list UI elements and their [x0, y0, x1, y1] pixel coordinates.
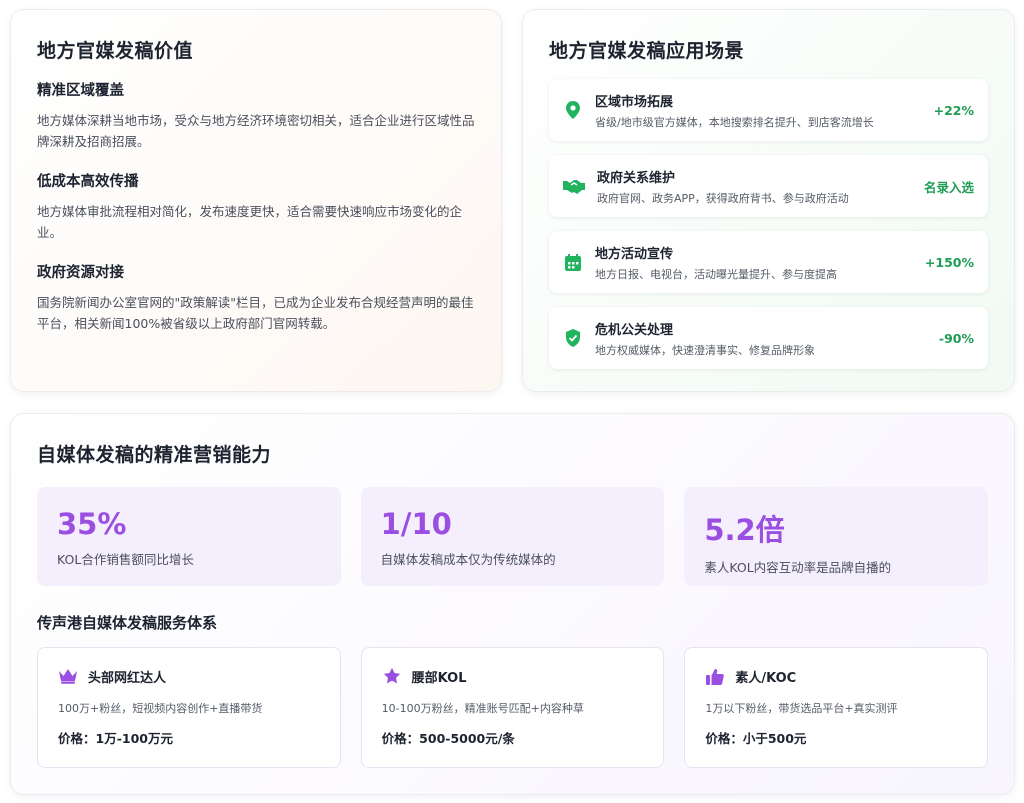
stat-value: 1/10 [380, 507, 452, 541]
scenes-card-title: 地方官媒发稿应用场景 [549, 40, 745, 62]
stat-tile: 35% KOL合作销售额同比增长 [37, 487, 341, 586]
thumbs-up-icon [705, 666, 725, 686]
stat-value: 35% [57, 507, 127, 541]
selfmedia-card: 自媒体发稿的精准营销能力 35% KOL合作销售额同比增长 1/10 自媒体发稿… [10, 413, 1015, 795]
tier-price: 价格：小于500元 [705, 731, 807, 746]
scene-desc: 地方权威媒体，快速澄清事实、修复品牌形象 [595, 343, 815, 357]
calendar-icon [563, 252, 583, 272]
tier-price: 价格：500-5000元/条 [381, 731, 515, 746]
value-card-title: 地方官媒发稿价值 [37, 40, 194, 62]
scenes-card: 地方官媒发稿应用场景 区域市场拓展 省级/地市级官方媒体，本地搜索排名提升、到店… [522, 9, 1015, 392]
value-item-heading: 政府资源对接 [37, 265, 124, 281]
scene-metric: -90% [938, 330, 974, 346]
scene-title: 危机公关处理 [595, 322, 674, 338]
stat-label: 素人KOL内容互动率是品牌自播的 [704, 560, 892, 575]
scene-desc: 政府官网、政务APP，获得政府背书、参与政府活动 [597, 191, 849, 205]
value-item: 政府资源对接 国务院新闻办公室官网的"政策解读"栏目，已成为企业发布合规经营声明… [37, 261, 475, 334]
stat-label: KOL合作销售额同比增长 [57, 552, 194, 567]
handshake-icon [563, 176, 585, 196]
scene-metric: +22% [933, 102, 974, 118]
scene-item-government: 政府关系维护 政府官网、政务APP，获得政府背书、参与政府活动 名录入选 [549, 155, 988, 217]
value-card: 地方官媒发稿价值 精准区域覆盖 地方媒体深耕当地市场，受众与地方经济环境密切相关… [10, 9, 502, 392]
tier-desc: 10-100万粉丝，精准账号匹配+内容种草 [381, 702, 584, 715]
tier-name: 腰部KOL [411, 670, 467, 686]
value-item-text: 地方媒体深耕当地市场，受众与地方经济环境密切相关，适合企业进行区域性品牌深耕及招… [37, 113, 475, 149]
stat-label: 自媒体发稿成本仅为传统媒体的 [380, 552, 556, 567]
crown-icon [58, 666, 78, 686]
location-pin-icon [563, 100, 583, 120]
stats-row: 35% KOL合作销售额同比增长 1/10 自媒体发稿成本仅为传统媒体的 5.2… [37, 487, 989, 586]
stat-tile: 1/10 自媒体发稿成本仅为传统媒体的 [360, 487, 665, 586]
scene-desc: 地方日报、电视台，活动曝光量提升、参与度提高 [595, 267, 837, 281]
tier-card-top-influencer: 头部网红达人 100万+粉丝，短视频内容创作+直播带货 价格：1万-100万元 [37, 647, 341, 768]
selfmedia-card-title: 自媒体发稿的精准营销能力 [37, 444, 272, 466]
tier-card-koc: 素人/KOC 1万以下粉丝，带货选品平台+真实测评 价格：小于500元 [684, 647, 989, 768]
tier-desc: 100万+粉丝，短视频内容创作+直播带货 [58, 702, 263, 715]
stat-value: 5.2倍 [704, 513, 785, 547]
scene-item-region: 区域市场拓展 省级/地市级官方媒体，本地搜索排名提升、到店客流增长 +22% [549, 79, 988, 141]
scene-item-crisis: 危机公关处理 地方权威媒体，快速澄清事实、修复品牌形象 -90% [549, 307, 988, 369]
tier-name: 素人/KOC [735, 670, 797, 686]
value-item-heading: 精准区域覆盖 [37, 83, 124, 99]
scene-metric: 名录入选 [923, 179, 974, 195]
service-tiers: 头部网红达人 100万+粉丝，短视频内容创作+直播带货 价格：1万-100万元 … [37, 647, 989, 768]
scene-title: 地方活动宣传 [595, 246, 674, 262]
tier-desc: 1万以下粉丝，带货选品平台+真实测评 [705, 702, 898, 715]
stat-tile: 5.2倍 素人KOL内容互动率是品牌自播的 [684, 487, 989, 586]
scene-metric: +150% [924, 254, 974, 270]
tier-card-mid-kol: 腰部KOL 10-100万粉丝，精准账号匹配+内容种草 价格：500-5000元… [360, 647, 665, 768]
tier-name: 头部网红达人 [88, 670, 167, 686]
scene-title: 区域市场拓展 [595, 94, 674, 110]
scene-item-events: 地方活动宣传 地方日报、电视台，活动曝光量提升、参与度提高 +150% [549, 231, 988, 293]
value-item-heading: 低成本高效传播 [37, 174, 139, 190]
star-icon [382, 666, 402, 686]
value-item-text: 国务院新闻办公室官网的"政策解读"栏目，已成为企业发布合规经营声明的最佳平台，相… [37, 295, 474, 331]
tier-price: 价格：1万-100万元 [58, 731, 173, 746]
value-item-text: 地方媒体审批流程相对简化，发布速度更快，适合需要快速响应市场变化的企业。 [37, 204, 463, 240]
shield-check-icon [563, 328, 583, 348]
scene-desc: 省级/地市级官方媒体，本地搜索排名提升、到店客流增长 [595, 115, 874, 129]
service-title: 传声港自媒体发稿服务体系 [37, 614, 218, 632]
value-item: 精准区域覆盖 地方媒体深耕当地市场，受众与地方经济环境密切相关，适合企业进行区域… [37, 79, 475, 152]
value-item: 低成本高效传播 地方媒体审批流程相对简化，发布速度更快，适合需要快速响应市场变化… [37, 170, 475, 243]
scene-title: 政府关系维护 [597, 170, 676, 186]
